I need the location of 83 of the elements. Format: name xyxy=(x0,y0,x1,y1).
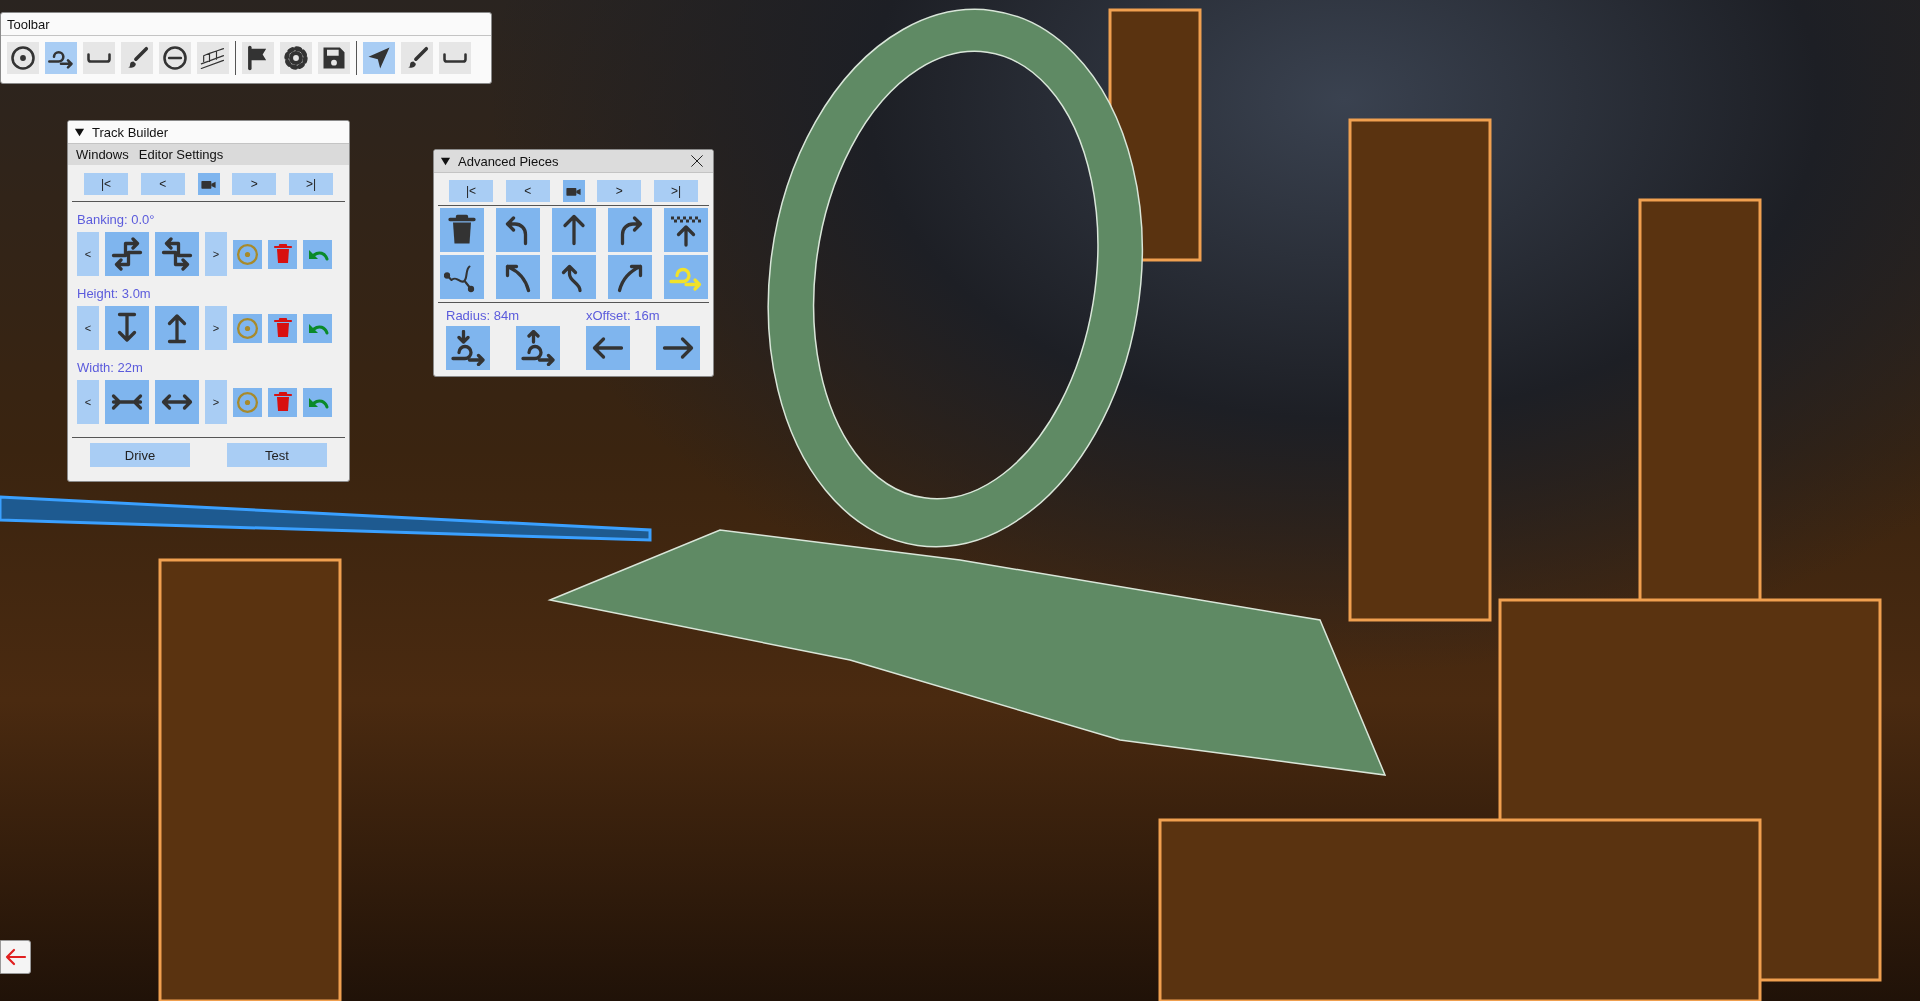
triangle-icon xyxy=(440,155,451,167)
rotate-arrows-icon xyxy=(159,236,195,272)
raise-button[interactable] xyxy=(155,306,199,350)
delete-button[interactable] xyxy=(268,239,297,269)
action-button[interactable]: Test xyxy=(227,443,327,467)
undo-button[interactable] xyxy=(303,239,332,269)
track-piece-button[interactable] xyxy=(664,208,708,252)
tool-button[interactable] xyxy=(45,42,77,74)
menu-item[interactable]: Windows xyxy=(76,147,129,162)
setting-label: Width: 22m xyxy=(77,360,144,375)
target-button[interactable] xyxy=(233,387,262,417)
tool-button[interactable] xyxy=(121,42,153,74)
next-button[interactable]: > xyxy=(205,306,227,350)
left-arrow-button[interactable] xyxy=(586,326,630,370)
target-button[interactable] xyxy=(233,313,262,343)
nav-button[interactable]: < xyxy=(140,173,185,195)
action-button[interactable]: Drive xyxy=(90,443,190,467)
target-icon xyxy=(9,44,37,72)
track-piece-button[interactable] xyxy=(608,255,652,299)
previous-button[interactable]: < xyxy=(77,232,99,276)
close-icon xyxy=(689,153,705,169)
tool-button[interactable] xyxy=(7,42,39,74)
tool-button[interactable] xyxy=(242,42,274,74)
target-button[interactable] xyxy=(233,239,262,269)
widen-button[interactable] xyxy=(155,380,199,424)
right-arrow-button[interactable] xyxy=(656,326,700,370)
track-piece-button[interactable] xyxy=(552,208,596,252)
nav-button[interactable]: |< xyxy=(84,173,128,195)
delete-button[interactable] xyxy=(268,313,297,343)
minus-circle-icon xyxy=(161,44,189,72)
rotate-arrows-icon xyxy=(109,236,145,272)
track-piece-button[interactable] xyxy=(440,208,484,252)
track-piece-button[interactable] xyxy=(496,208,540,252)
loop-up-arrow-icon xyxy=(520,330,556,366)
track-piece-button[interactable] xyxy=(552,255,596,299)
bank-left-button[interactable] xyxy=(105,232,149,276)
radius-label: Radius: 84m xyxy=(446,308,520,323)
nav-button[interactable]: |< xyxy=(449,180,493,202)
nav-button[interactable]: > xyxy=(232,173,277,195)
menu-item[interactable]: Editor Settings xyxy=(138,147,224,162)
setting-label: Height: 3.0m xyxy=(77,286,152,301)
panel-title: Advanced Pieces xyxy=(458,153,559,169)
back-button[interactable] xyxy=(0,940,31,974)
camera-button[interactable] xyxy=(197,173,220,195)
nav-button[interactable]: < xyxy=(505,180,550,202)
tool-button[interactable] xyxy=(401,42,433,74)
track-piece-button[interactable] xyxy=(608,208,652,252)
tool-button[interactable] xyxy=(318,42,350,74)
narrow-button[interactable] xyxy=(105,380,149,424)
next-button[interactable]: > xyxy=(205,232,227,276)
settings-icon xyxy=(282,44,310,72)
camera-button[interactable] xyxy=(562,180,585,202)
bank-right-button[interactable] xyxy=(155,232,199,276)
tool-button[interactable] xyxy=(363,42,395,74)
loop-down-arrow-icon xyxy=(450,330,486,366)
track-piece-button[interactable] xyxy=(440,255,484,299)
delete-button[interactable] xyxy=(268,387,297,417)
track-piece-button[interactable] xyxy=(664,255,708,299)
nav-button[interactable]: >| xyxy=(654,180,698,202)
tool-button[interactable] xyxy=(280,42,312,74)
panel-title: Track Builder xyxy=(92,124,169,140)
nav-button[interactable]: >| xyxy=(289,173,333,195)
target-icon xyxy=(235,241,260,267)
offset-label: xOffset: 16m xyxy=(586,308,660,323)
nav-button[interactable]: > xyxy=(597,180,642,202)
target-icon xyxy=(235,389,260,415)
tool-button[interactable] xyxy=(83,42,115,74)
tool-button[interactable] xyxy=(159,42,191,74)
track-piece-button[interactable] xyxy=(496,255,540,299)
previous-button[interactable]: < xyxy=(77,306,99,350)
loop-up-arrow-button[interactable] xyxy=(516,326,560,370)
setting-label: Banking: 0.0° xyxy=(77,212,156,227)
undo-button[interactable] xyxy=(303,387,332,417)
loop-down-arrow-button[interactable] xyxy=(446,326,490,370)
undo-button[interactable] xyxy=(303,313,332,343)
triangle-icon xyxy=(74,126,85,138)
toolbar-title: Toolbar xyxy=(7,16,50,32)
lower-button[interactable] xyxy=(105,306,149,350)
previous-button[interactable]: < xyxy=(77,380,99,424)
next-button[interactable]: > xyxy=(205,380,227,424)
tool-button[interactable] xyxy=(197,42,229,74)
target-icon xyxy=(235,315,260,341)
tool-button[interactable] xyxy=(439,42,471,74)
